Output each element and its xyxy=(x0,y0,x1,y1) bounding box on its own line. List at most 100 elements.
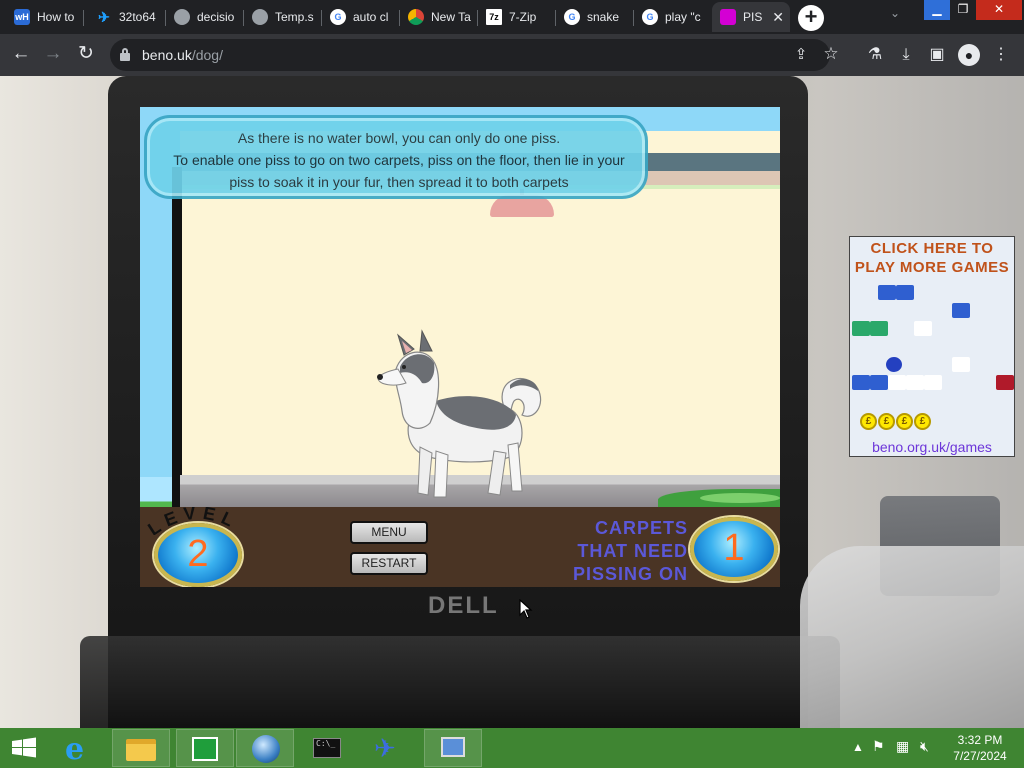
tab-label: play "c xyxy=(665,10,701,24)
globe-icon xyxy=(252,9,268,25)
url-domain: beno.uk xyxy=(142,47,192,63)
tab-pis-active[interactable]: PIS ✕ xyxy=(712,2,790,32)
new-tab-button[interactable]: + xyxy=(798,5,824,31)
labs-flask-icon[interactable]: ⚗ xyxy=(864,44,886,66)
tab-strip: wH How to ✈ 32to64 decisio Temp.s G auto… xyxy=(0,0,1024,34)
network-icon[interactable]: ▦ xyxy=(896,738,909,755)
restore-button[interactable]: ❐ xyxy=(950,0,976,20)
instruction-line-2: To enable one piss to go on two carpets,… xyxy=(173,152,625,190)
tab-label: 7-Zip xyxy=(509,10,537,24)
tab-auto-cl[interactable]: G auto cl xyxy=(322,2,400,32)
tab-new-tab[interactable]: New Ta xyxy=(400,2,478,32)
file-explorer-taskbar[interactable] xyxy=(112,729,170,767)
volume-muted-icon[interactable]: 🔇︎ xyxy=(920,738,929,755)
carpets-count-orb: 1 xyxy=(690,517,778,581)
keyboard xyxy=(80,636,840,728)
telephone xyxy=(800,546,1024,728)
minimize-button[interactable]: ▁ xyxy=(924,0,950,20)
forward-arrow-icon[interactable]: → xyxy=(42,44,64,66)
tab-label: New Ta xyxy=(431,10,471,24)
reload-icon[interactable]: ↻ xyxy=(75,44,97,66)
remote-desktop-taskbar[interactable] xyxy=(424,729,482,767)
ad-title[interactable]: CLICK HERE TO PLAY MORE GAMES xyxy=(850,239,1014,277)
clock-time: 3:32 PM xyxy=(957,733,1003,747)
carpet-highlight xyxy=(700,493,780,503)
carpets-label: CARPETS THAT NEED PISSING ON xyxy=(540,517,688,586)
ad-block xyxy=(888,375,906,390)
tab-snake[interactable]: G snake xyxy=(556,2,634,32)
internet-explorer-icon: e xyxy=(65,732,85,767)
ad-url[interactable]: beno.org.uk/games xyxy=(850,439,1014,455)
game-canvas[interactable]: As there is no water bowl, you can only … xyxy=(140,107,780,587)
bookmark-star-icon[interactable]: ☆ xyxy=(820,43,842,65)
ad-character xyxy=(886,357,902,372)
media-app-taskbar[interactable] xyxy=(236,729,294,767)
coin-icon: £ xyxy=(896,413,913,430)
share-icon[interactable]: ⇪ xyxy=(790,44,812,66)
ad-block xyxy=(870,375,888,390)
command-prompt-icon: C:\_ xyxy=(313,738,341,758)
profile-avatar-icon[interactable]: ● xyxy=(958,44,980,66)
chrome-icon xyxy=(408,9,424,25)
store-taskbar[interactable] xyxy=(176,729,234,767)
tab-how-to[interactable]: wH How to xyxy=(6,2,84,32)
folder-icon xyxy=(126,739,156,761)
command-prompt-taskbar[interactable]: C:\_ xyxy=(298,729,356,767)
ad-block xyxy=(852,321,870,336)
tab-search-chevron-icon[interactable]: ⌄ xyxy=(890,6,900,20)
mouse-cursor-icon xyxy=(519,599,533,619)
close-window-button[interactable]: ✕ xyxy=(976,0,1022,20)
app-taskbar[interactable]: ✈ xyxy=(360,729,418,767)
tab-7zip[interactable]: 7z 7-Zip xyxy=(478,2,556,32)
ad-block xyxy=(924,375,942,390)
back-arrow-icon[interactable]: ← xyxy=(10,44,32,66)
restart-button[interactable]: RESTART xyxy=(350,552,428,575)
game-icon xyxy=(720,9,736,25)
clock-date: 7/27/2024 xyxy=(953,749,1007,763)
globe-icon xyxy=(174,9,190,25)
globe-media-icon xyxy=(252,735,280,763)
windows-logo-icon xyxy=(12,737,36,758)
tab-label: Temp.s xyxy=(275,10,314,24)
coin-icon: £ xyxy=(860,413,877,430)
husky-dog-sprite[interactable] xyxy=(376,329,548,501)
store-icon xyxy=(192,737,218,761)
google-icon: G xyxy=(564,9,580,25)
internet-explorer-taskbar[interactable]: e xyxy=(52,729,110,767)
level-orb: 2 xyxy=(154,523,242,587)
tab-play[interactable]: G play "c xyxy=(634,2,712,32)
address-bar[interactable]: beno.uk/dog/ ⇪ ☆ xyxy=(110,39,839,71)
ad-enemy xyxy=(996,375,1014,390)
system-clock[interactable]: 3:32 PM 7/27/2024 xyxy=(940,732,1020,764)
download-icon[interactable]: ⤓ xyxy=(895,44,917,66)
show-hidden-icons-chevron[interactable]: ▲ xyxy=(852,740,864,754)
side-panel-icon[interactable]: ▣ xyxy=(926,44,948,66)
browser-toolbar: ← → ↻ beno.uk/dog/ ⇪ ☆ ⚗ ⤓ ▣ ● ⋮ xyxy=(0,34,1024,76)
ad-block xyxy=(906,375,924,390)
start-button[interactable] xyxy=(0,729,48,767)
instruction-bubble: As there is no water bowl, you can only … xyxy=(144,115,648,199)
ad-block xyxy=(878,285,896,300)
page-content: DELL As there is no water bowl, you can … xyxy=(0,76,1024,728)
monitor-brand-logo: DELL xyxy=(428,592,499,619)
ad-block xyxy=(952,357,970,372)
tab-label: auto cl xyxy=(353,10,389,24)
ad-block xyxy=(896,285,914,300)
tab-decision[interactable]: decisio xyxy=(166,2,244,32)
ad-block xyxy=(852,375,870,390)
tab-temp[interactable]: Temp.s xyxy=(244,2,322,32)
action-center-flag-icon[interactable]: ⚑ xyxy=(872,738,885,755)
lock-icon[interactable] xyxy=(120,48,130,61)
menu-button[interactable]: MENU xyxy=(350,521,428,544)
ad-block xyxy=(914,321,932,336)
more-games-ad[interactable]: CLICK HERE TO PLAY MORE GAMES £ £ £ £ be… xyxy=(849,236,1015,457)
close-tab-icon[interactable]: ✕ xyxy=(772,9,784,26)
carpets-count: 1 xyxy=(723,527,745,569)
ad-title-line-2: PLAY MORE GAMES xyxy=(854,259,1010,276)
tab-32to64[interactable]: ✈ 32to64 xyxy=(88,2,166,32)
tab-label: How to xyxy=(37,10,75,24)
google-icon: G xyxy=(330,9,346,25)
menu-dots-icon[interactable]: ⋮ xyxy=(990,44,1012,66)
carpets-label-line-2: THAT NEED xyxy=(577,541,688,561)
carpets-label-line-3: PISSING ON xyxy=(572,564,688,584)
